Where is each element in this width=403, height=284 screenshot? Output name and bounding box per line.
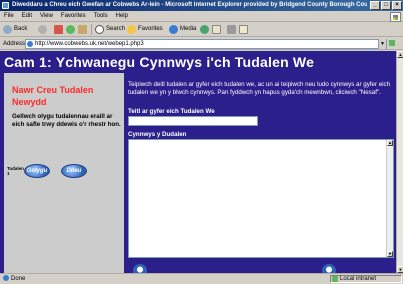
mail-button[interactable] (212, 22, 223, 37)
address-dropdown-button[interactable]: ▼ (378, 39, 386, 49)
forward-button[interactable] (38, 22, 49, 37)
scroll-down-button[interactable]: ▼ (397, 266, 403, 273)
content-field-label: Cynnwys y Dudalen (128, 131, 187, 138)
menu-file[interactable]: File (0, 11, 18, 22)
refresh-button[interactable] (66, 22, 77, 37)
sidebar-heading: Nawr Creu Tudalen Newydd (12, 85, 94, 107)
address-label: Address (3, 41, 26, 47)
refresh-icon (66, 25, 75, 34)
page-scrollbar[interactable]: ▲ ▼ (396, 51, 403, 273)
home-icon (78, 25, 87, 34)
menu-view[interactable]: View (36, 11, 57, 22)
page-title-input[interactable] (128, 116, 258, 126)
media-button[interactable]: Media (169, 22, 196, 37)
favorites-star-icon (127, 25, 136, 34)
media-icon (169, 25, 178, 34)
zone-label: Local intranet (340, 276, 377, 282)
ie-icon (2, 2, 9, 9)
maximize-button[interactable]: □ (381, 1, 391, 10)
address-bar: Address http://www.cobwebs.uk.net/webep1… (0, 38, 403, 59)
toolbar: Back Search Favorites Media (0, 22, 403, 37)
search-icon (95, 25, 104, 34)
previous-step-button[interactable] (133, 264, 147, 273)
browser-window: Diweddaru a Chreu eich Gwefan ar Cobwebs… (0, 0, 403, 283)
intranet-icon (332, 276, 338, 282)
page-list-row: Tudalen 1 Golygu Dileu (4, 157, 124, 181)
search-label: Search (106, 26, 126, 32)
textarea-scroll-up-button[interactable]: ▲ (387, 140, 393, 146)
history-button[interactable] (200, 22, 211, 37)
minimize-button[interactable]: _ (370, 1, 380, 10)
security-zone: Local intranet (330, 275, 402, 283)
print-button[interactable] (227, 22, 238, 37)
favorites-label: Favorites (138, 26, 163, 32)
sidebar-text: Gellwch olygu tudalennau eraill ar eich … (12, 113, 121, 128)
toolbar-separator (91, 24, 92, 35)
back-arrow-icon (3, 25, 12, 34)
history-icon (200, 25, 209, 34)
close-button[interactable]: × (392, 1, 402, 10)
menu-tools[interactable]: Tools (90, 11, 112, 22)
home-button[interactable] (78, 22, 89, 37)
menu-favorites[interactable]: Favorites (57, 11, 90, 22)
back-label: Back (14, 26, 28, 32)
stop-icon (54, 25, 63, 34)
back-button[interactable]: Back (3, 22, 27, 37)
status-done: Done (11, 276, 26, 282)
page-list-label: Tudalen 1 (7, 166, 24, 176)
edit-page-button[interactable] (239, 22, 250, 37)
scroll-up-button[interactable]: ▲ (397, 51, 403, 58)
title-bar: Diweddaru a Chreu eich Gwefan ar Cobwebs… (0, 0, 403, 11)
print-icon (227, 25, 236, 34)
media-label: Media (180, 26, 197, 32)
go-arrow-icon (389, 40, 395, 47)
page-content: Cam 1: Ychwanegu Cynnwys i'ch Tudalen We… (0, 51, 396, 273)
edit-page-link[interactable]: Golygu (24, 164, 50, 178)
menu-bar: File Edit View Favorites Tools Help (0, 11, 403, 22)
status-bar: Done Local intranet (0, 273, 403, 283)
address-input[interactable]: http://www.cobwebs.uk.net/webep1.php3 ▼ (25, 39, 387, 49)
mail-icon (212, 25, 221, 34)
textarea-scrollbar[interactable]: ▲ ▼ (386, 140, 393, 257)
page-icon (27, 41, 33, 47)
page-content-textarea[interactable]: ▲ ▼ (128, 139, 394, 258)
delete-page-link[interactable]: Dileu (61, 164, 87, 178)
next-step-button[interactable] (322, 264, 336, 273)
forward-arrow-icon (38, 25, 47, 34)
search-button[interactable]: Search (95, 22, 125, 37)
window-controls: _ □ × (370, 1, 402, 10)
title-field-label: Teitl ar gyfer eich Tudalen We (128, 108, 215, 115)
textarea-scroll-down-button[interactable]: ▼ (387, 251, 393, 257)
page-title: Cam 1: Ychwanegu Cynnwys i'ch Tudalen We (4, 54, 315, 70)
menu-help[interactable]: Help (112, 11, 132, 22)
address-url: http://www.cobwebs.uk.net/webep1.php3 (35, 41, 144, 47)
menu-edit[interactable]: Edit (18, 11, 36, 22)
ie-page-icon (3, 275, 9, 282)
favorites-button[interactable]: Favorites (127, 22, 163, 37)
sidebar: Nawr Creu Tudalen Newydd Gellwch olygu t… (4, 73, 124, 273)
windows-logo-icon (390, 12, 401, 22)
instructions-text: Teipiwch deitl tudalen ar gyfer eich tud… (128, 81, 391, 96)
window-title: Diweddaru a Chreu eich Gwefan ar Cobwebs… (12, 2, 367, 8)
stop-button[interactable] (54, 22, 65, 37)
edit-icon (239, 25, 248, 34)
